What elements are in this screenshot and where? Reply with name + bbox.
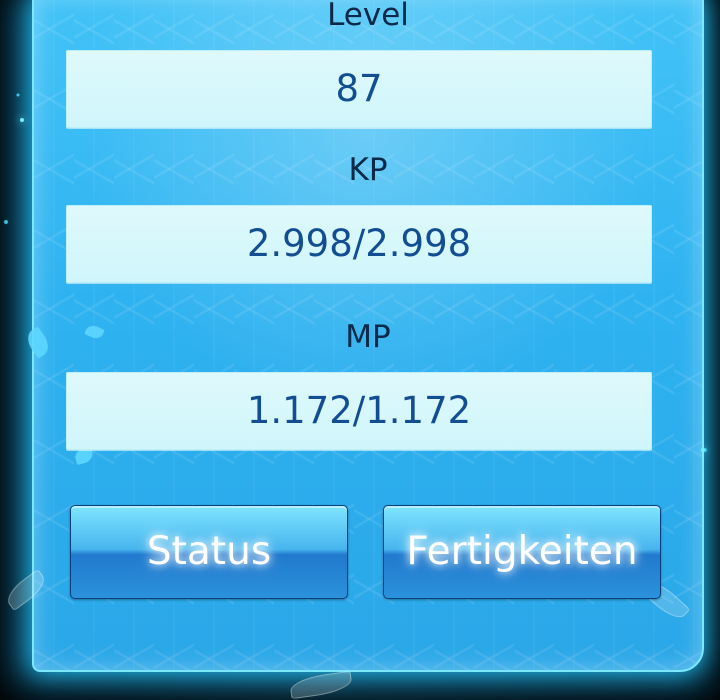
- mp-label: MP: [345, 319, 391, 355]
- stats-panel: Level 87 KP 2.998/2.998 MP 1.172/1.172 S…: [32, 0, 704, 672]
- sparkle-icon: [701, 448, 705, 452]
- status-button[interactable]: Status: [70, 505, 348, 599]
- kp-label: KP: [348, 152, 388, 188]
- game-status-screen: Level 87 KP 2.998/2.998 MP 1.172/1.172 S…: [0, 0, 720, 700]
- mp-value-box: 1.172/1.172: [66, 372, 652, 450]
- level-value-box: 87: [66, 50, 652, 128]
- kp-value-box: 2.998/2.998: [66, 205, 652, 283]
- skills-button[interactable]: Fertigkeiten: [383, 505, 661, 599]
- sparkle-icon: [20, 118, 24, 122]
- level-label: Level: [327, 0, 409, 33]
